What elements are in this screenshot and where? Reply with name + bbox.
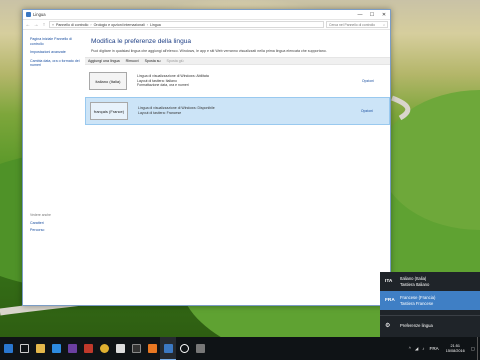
gear-icon: ⚙ [385, 322, 391, 329]
app-icon-red[interactable] [80, 337, 96, 360]
breadcrumb-language[interactable]: Lingua [150, 23, 161, 27]
address-bar-row: ← → ↑ » Pannello di controllo › Orologio… [23, 20, 390, 30]
title-bar[interactable]: Lingua — ☐ ✕ [23, 10, 390, 20]
flyout-language: Francese (Francia) [400, 295, 436, 301]
language-info-line: Layout di tastiera: Francese [138, 111, 182, 115]
task-view-icon[interactable] [16, 337, 32, 360]
clock-date: 15/08/2016 [445, 348, 465, 353]
flyout-language: Italiano (Italia) [400, 276, 427, 282]
language-row-french[interactable]: français (France) Lingua di visualizzazi… [85, 97, 390, 125]
language-info-french: Lingua di visualizzazione di Windows: Di… [138, 106, 361, 115]
language-toolbar: Aggiungi una lingua Rimuovi Sposta su Sp… [85, 57, 390, 65]
notification-icon[interactable]: ▢ [469, 346, 477, 352]
store-icon[interactable] [48, 337, 64, 360]
flyout-code: ITA [385, 279, 393, 284]
file-explorer-icon[interactable] [32, 337, 48, 360]
breadcrumb[interactable]: » Pannello di controllo › Orologio e opz… [49, 21, 324, 28]
search-icon: ⌕ [383, 22, 385, 27]
remove-button[interactable]: Rimuovi [126, 59, 139, 63]
chrome-icon[interactable] [96, 337, 112, 360]
see-also-label: Vedere anche [30, 213, 51, 217]
options-link-italian[interactable]: Opzioni [362, 79, 374, 83]
breadcrumb-clock-region[interactable]: Orologio e opzioni internazionali [94, 23, 145, 27]
language-info-italian: Lingua di visualizzazione di Windows: Ab… [137, 74, 362, 88]
input-language-flyout: ITA Italiano (Italia) Tastiera Italiano … [380, 272, 480, 337]
options-link-french[interactable]: Opzioni [361, 109, 373, 113]
link-location[interactable]: Percorso [30, 228, 44, 232]
language-preferences-link[interactable]: ⚙ Preferenze lingua [380, 315, 480, 334]
language-window: Lingua — ☐ ✕ ← → ↑ » Pannello di control… [22, 9, 391, 306]
control-panel-icon [26, 12, 31, 17]
network-icon[interactable]: ◢ [413, 346, 420, 352]
app-icon-dark[interactable] [128, 337, 144, 360]
input-language-indicator[interactable]: FRA [427, 346, 442, 351]
app-icon-orange[interactable] [144, 337, 160, 360]
clock[interactable]: 21:51 15/08/2016 [442, 344, 469, 354]
left-navigation: Pagina iniziale Pannello di controllo Im… [23, 31, 85, 305]
language-name-french[interactable]: français (France) [90, 102, 128, 120]
search-input[interactable]: Cerca nel Pannello di controllo ⌕ [326, 21, 388, 28]
flyout-keyboard: Tastiera Italiano [400, 281, 430, 287]
language-preferences-label: Preferenze lingua [400, 322, 433, 328]
flyout-item-fra[interactable]: FRA Francese (Francia) Tastiera Francese [380, 291, 480, 310]
language-info-line: Formattazione data, ora e numeri [137, 83, 189, 88]
search-placeholder: Cerca nel Pannello di controllo [329, 22, 375, 27]
taskbar: ^ ◢ ♪ FRA 21:51 15/08/2016 ▢ [0, 337, 480, 360]
control-panel-taskbar-icon[interactable] [160, 337, 176, 360]
link-fonts[interactable]: Caratteri [30, 221, 44, 225]
add-language-button[interactable]: Aggiungi una lingua [88, 59, 120, 63]
system-tray: ^ ◢ ♪ FRA 21:51 15/08/2016 ▢ [407, 337, 480, 360]
page-title: Modifica le preferenze della lingua [91, 38, 192, 45]
mail-icon[interactable] [112, 337, 128, 360]
maximize-button[interactable]: ☐ [366, 10, 378, 20]
main-content: Modifica le preferenze della lingua Puoi… [85, 31, 390, 305]
breadcrumb-control-panel[interactable]: Pannello di controllo [56, 23, 88, 27]
flyout-code: FRA [385, 298, 395, 303]
app-icon-settings[interactable] [192, 337, 208, 360]
flyout-item-ita[interactable]: ITA Italiano (Italia) Tastiera Italiano [380, 272, 480, 291]
move-up-button[interactable]: Sposta su [145, 59, 161, 63]
language-row-italian[interactable]: italiano (Italia) Lingua di visualizzazi… [85, 67, 390, 95]
window-title: Lingua [33, 12, 46, 17]
app-icon-purple[interactable] [64, 337, 80, 360]
app-icon-circle[interactable] [176, 337, 192, 360]
link-control-panel-home[interactable]: Pagina iniziale Pannello di controllo [30, 37, 82, 46]
page-description: Puoi digitare in qualsiasi lingua che ag… [91, 49, 327, 53]
forward-arrow-icon[interactable]: → [33, 22, 39, 28]
start-button[interactable] [0, 337, 16, 360]
link-advanced-settings[interactable]: Impostazioni avanzate [30, 50, 82, 55]
back-arrow-icon[interactable]: ← [25, 22, 31, 28]
flyout-keyboard: Tastiera Francese [400, 300, 434, 306]
close-button[interactable]: ✕ [378, 10, 390, 20]
minimize-button[interactable]: — [354, 10, 366, 20]
up-arrow-icon[interactable]: ↑ [41, 22, 47, 28]
language-name-italian[interactable]: italiano (Italia) [89, 72, 127, 90]
move-down-button[interactable]: Sposta giù [167, 59, 184, 63]
link-change-date-time[interactable]: Cambia data, ora o formato dei numeri [30, 59, 82, 68]
